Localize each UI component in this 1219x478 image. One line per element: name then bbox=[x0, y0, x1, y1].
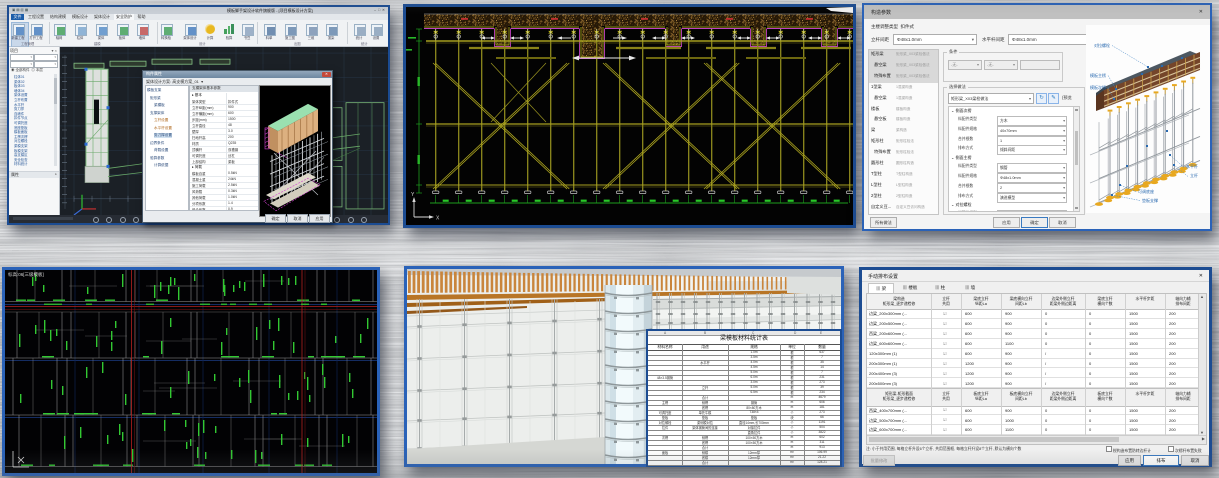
svg-text:模板主楞: 模板主楞 bbox=[1090, 72, 1106, 78]
svg-text:对拉螺栓: 对拉螺栓 bbox=[1094, 42, 1110, 48]
svg-text:X: X bbox=[436, 216, 440, 222]
svg-text:标高:06[三级模板]: 标高:06[三级模板] bbox=[8, 271, 44, 278]
svg-text:模板次楞: 模板次楞 bbox=[1090, 84, 1106, 90]
svg-text:立杆: 立杆 bbox=[1190, 172, 1198, 178]
svg-text:Y: Y bbox=[411, 192, 415, 198]
svg-text:水平杆: 水平杆 bbox=[1186, 163, 1198, 169]
svg-text:可调底座: 可调底座 bbox=[1138, 188, 1154, 194]
svg-text:垫板支撑: 垫板支撑 bbox=[1142, 197, 1158, 203]
